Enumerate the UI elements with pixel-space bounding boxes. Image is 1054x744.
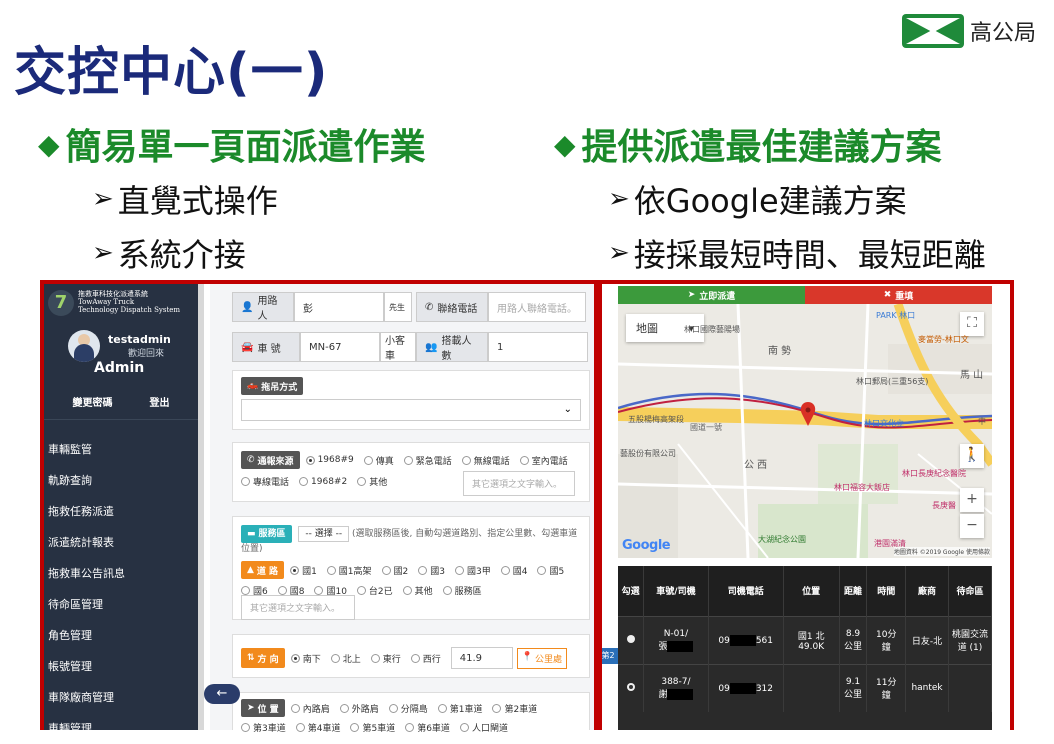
- right-sub-2-text: 接採最短時間、最短距離: [633, 236, 986, 274]
- arrow-icon: ➢: [608, 184, 630, 214]
- left-sub-1: ➢ 直覺式操作: [92, 176, 278, 222]
- right-sub-1-text: 依Google建議方案: [633, 182, 907, 220]
- left-bullet-text: 簡易單一頁面派遣作業: [65, 127, 426, 168]
- right-screenshot-frame: [598, 280, 1014, 730]
- arrow-icon: ➢: [92, 184, 114, 214]
- freeway-logo-icon: [902, 14, 964, 48]
- left-bullet: ◆ 簡易單一頁面派遣作業: [38, 118, 426, 170]
- arrow-icon: ➢: [608, 238, 630, 268]
- right-bullet-text: 提供派遣最佳建議方案: [581, 127, 942, 168]
- org-logo: 高公局: [902, 14, 1036, 48]
- left-sub-2: ➢ 系統介接: [92, 230, 246, 276]
- org-name: 高公局: [970, 21, 1037, 46]
- diamond-icon: ◆: [38, 127, 60, 161]
- diamond-icon: ◆: [554, 127, 576, 161]
- left-sub-2-text: 系統介接: [117, 236, 246, 274]
- slide-title: 交控中心(一): [14, 43, 329, 103]
- right-bullet: ◆ 提供派遣最佳建議方案: [554, 118, 942, 170]
- left-screenshot-frame: [40, 280, 598, 730]
- right-sub-2: ➢ 接採最短時間、最短距離: [608, 230, 986, 276]
- arrow-icon: ➢: [92, 238, 114, 268]
- left-sub-1-text: 直覺式操作: [117, 182, 278, 220]
- right-sub-1: ➢ 依Google建議方案: [608, 176, 907, 222]
